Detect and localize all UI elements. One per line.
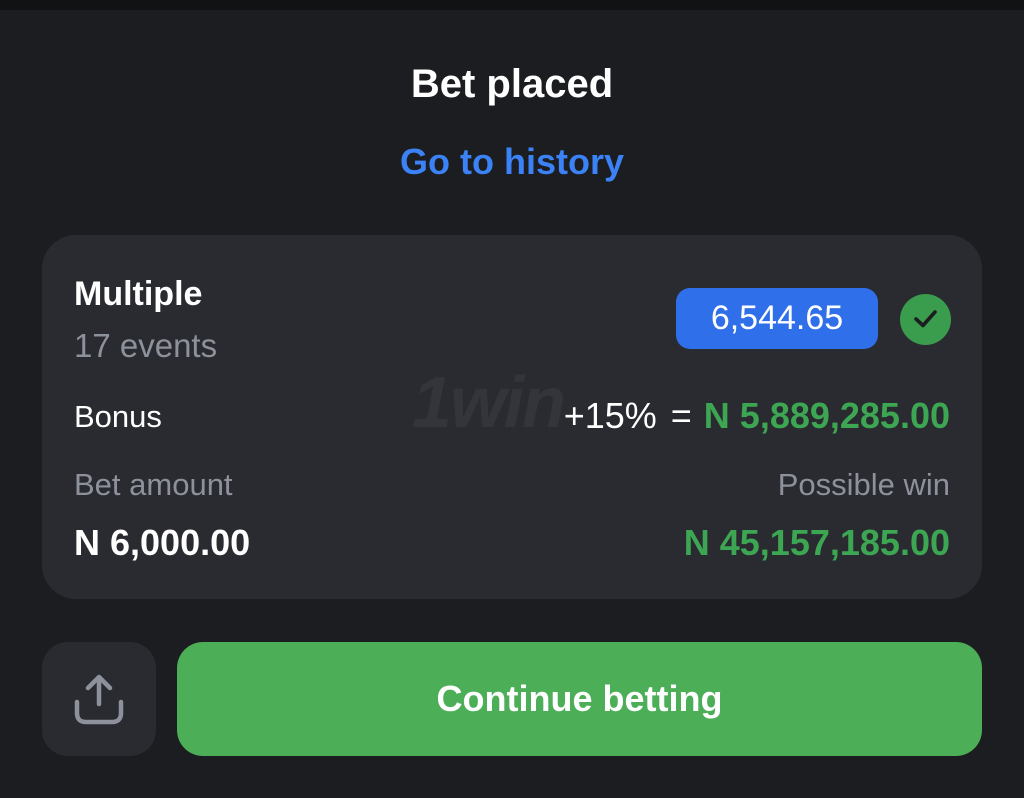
page-title: Bet placed — [410, 62, 614, 106]
top-status-strip — [0, 0, 1024, 10]
brand-watermark: 1win — [412, 363, 566, 443]
share-icon — [74, 674, 124, 725]
bonus-equals-sign: = — [670, 395, 692, 436]
bet-type-label: Multiple — [74, 275, 203, 313]
share-button[interactable] — [42, 642, 156, 756]
events-count: 17 events — [74, 327, 218, 364]
bet-amount-value: N 6,000.00 — [74, 522, 251, 563]
bet-summary-card: 1win Multiple 17 events 6,544.65 Bonus +… — [42, 235, 982, 599]
possible-win-value: N 45,157,185.00 — [683, 522, 950, 563]
bonus-percent: +15% — [563, 395, 657, 436]
possible-win-label: Possible win — [777, 467, 950, 502]
bonus-label: Bonus — [74, 399, 162, 434]
check-icon — [900, 294, 951, 345]
bonus-amount: N 5,889,285.00 — [703, 395, 950, 436]
continue-betting-button[interactable]: Continue betting — [177, 642, 982, 756]
total-odds-badge: 6,544.65 — [676, 288, 878, 349]
bet-amount-label: Bet amount — [74, 467, 233, 502]
go-to-history-link[interactable]: Go to history — [362, 138, 662, 186]
bonus-value-row: +15% = N 5,889,285.00 — [564, 393, 950, 439]
